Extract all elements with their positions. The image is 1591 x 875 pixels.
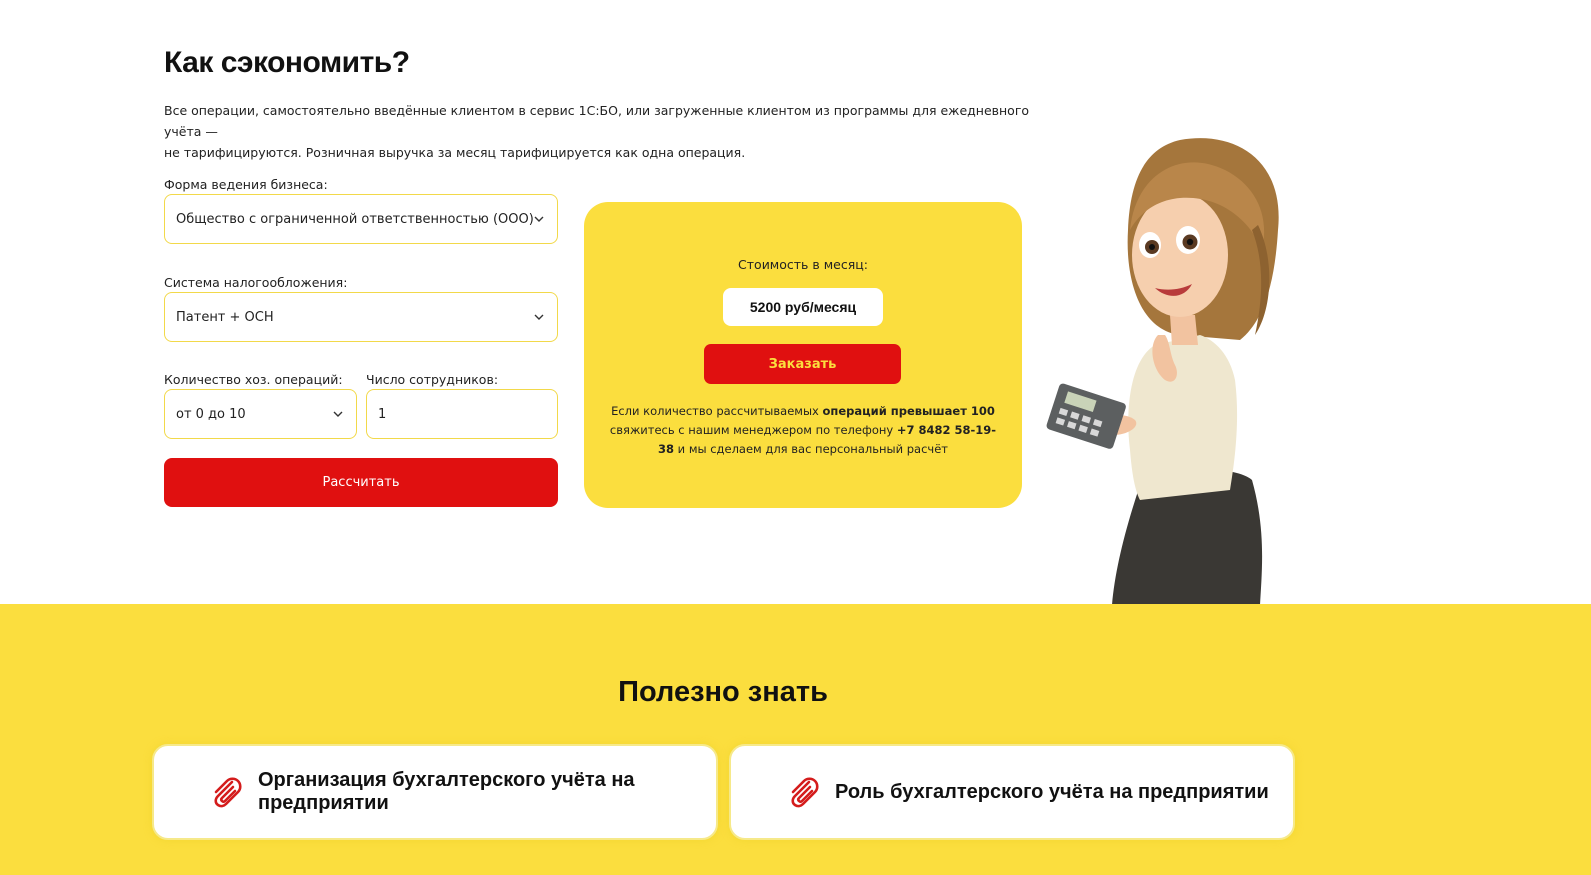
- intro-line-2: не тарифицируются. Розничная выручка за …: [164, 145, 746, 160]
- employees-label: Число сотрудников:: [366, 372, 499, 387]
- useful-title: Полезно знать: [618, 676, 828, 708]
- tax-system-select[interactable]: Патент + ОСН: [164, 292, 558, 342]
- article-card-2[interactable]: Роль бухгалтерского учёта на предприятии: [729, 744, 1295, 840]
- paperclip-icon: [214, 777, 242, 808]
- useful-section: Полезно знать Организация бухгалтерского…: [0, 604, 1591, 875]
- note-bold-1: операций превышает 100: [822, 404, 995, 418]
- intro-line-1: Все операции, самостоятельно введённые к…: [164, 103, 1030, 139]
- tax-system-label: Система налогообложения:: [164, 275, 348, 290]
- chevron-down-icon: [333, 411, 343, 417]
- price-label: Стоимость в месяц:: [738, 257, 868, 272]
- price-value: 5200 руб/месяц: [723, 288, 883, 326]
- operations-label: Количество хоз. операций:: [164, 372, 343, 387]
- note-text-1: Если количество рассчитываемых: [611, 404, 823, 418]
- article-title: Организация бухгалтерского учёта на пред…: [258, 769, 635, 814]
- operations-note: Если количество рассчитываемых операций …: [604, 402, 1002, 459]
- article-card-1[interactable]: Организация бухгалтерского учёта на пред…: [152, 744, 718, 840]
- operations-value: от 0 до 10: [176, 406, 246, 422]
- order-button[interactable]: Заказать: [704, 344, 901, 384]
- page-title: Как сэкономить?: [164, 46, 410, 79]
- paperclip-icon: [791, 777, 819, 808]
- business-form-label: Форма ведения бизнеса:: [164, 177, 328, 192]
- employees-value: 1: [378, 406, 387, 422]
- business-form-value: Общество с ограниченной ответственностью…: [176, 211, 534, 227]
- business-form-select[interactable]: Общество с ограниченной ответственностью…: [164, 194, 558, 244]
- article-title: Роль бухгалтерского учёта на предприятии: [835, 780, 1269, 803]
- price-card: Стоимость в месяц: 5200 руб/месяц Заказа…: [584, 202, 1022, 508]
- note-text-3: и мы сделаем для вас персональный расчёт: [674, 442, 948, 456]
- note-text-2: свяжитесь с нашим менеджером по телефону: [609, 423, 897, 437]
- calculate-button[interactable]: Рассчитать: [164, 458, 558, 507]
- tax-system-value: Патент + ОСН: [176, 309, 274, 325]
- accountant-character-illustration: [1046, 138, 1279, 605]
- chevron-down-icon: [534, 216, 544, 222]
- employees-input[interactable]: 1: [366, 389, 558, 439]
- operations-select[interactable]: от 0 до 10: [164, 389, 357, 439]
- intro-text: Все операции, самостоятельно введённые к…: [164, 100, 1044, 163]
- chevron-down-icon: [534, 314, 544, 320]
